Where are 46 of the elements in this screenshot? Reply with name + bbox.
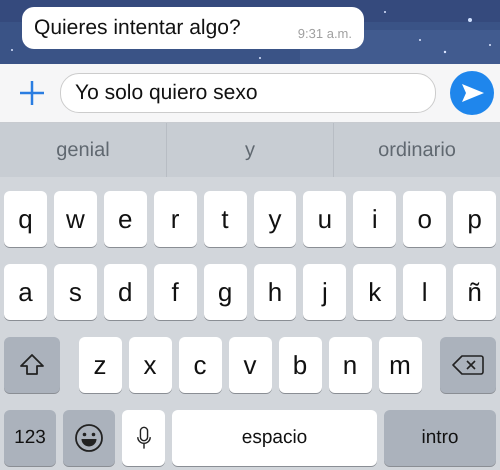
send-icon[interactable] — [450, 71, 494, 115]
key[interactable]: w — [54, 191, 97, 247]
message-time: 9:31 a.m. — [298, 26, 352, 40]
key[interactable]: c — [178, 337, 222, 393]
key[interactable]: s — [54, 264, 97, 320]
key[interactable]: p — [453, 191, 496, 247]
key[interactable]: t — [204, 191, 246, 247]
delete-key[interactable] — [440, 337, 496, 393]
suggestion[interactable]: genial — [0, 123, 166, 177]
dictation-key[interactable] — [122, 410, 165, 466]
key[interactable]: v — [228, 337, 272, 393]
backspace-icon — [452, 354, 484, 376]
shift-icon — [19, 353, 45, 377]
key[interactable]: g — [204, 264, 246, 320]
key[interactable]: e — [104, 191, 147, 247]
smiley-icon — [74, 423, 104, 453]
space-key[interactable]: espacio — [172, 410, 377, 466]
key[interactable]: a — [4, 264, 47, 320]
key[interactable]: x — [128, 337, 172, 393]
key[interactable]: q — [4, 191, 47, 247]
microphone-icon — [136, 425, 152, 451]
emoji-key[interactable] — [63, 410, 115, 466]
suggestion[interactable]: ordinario — [333, 123, 500, 177]
shift-key[interactable] — [4, 337, 60, 393]
message-input[interactable]: Yo solo quiero sexo — [60, 73, 436, 113]
key[interactable]: f — [154, 264, 197, 320]
key[interactable]: h — [254, 264, 296, 320]
message-text: Quieres intentar algo? — [34, 16, 241, 40]
key[interactable]: u — [303, 191, 346, 247]
key[interactable]: d — [104, 264, 147, 320]
key[interactable]: z — [78, 337, 122, 393]
key[interactable]: o — [403, 191, 446, 247]
key[interactable]: r — [154, 191, 197, 247]
key[interactable]: i — [353, 191, 396, 247]
key[interactable]: n — [328, 337, 372, 393]
key[interactable]: l — [403, 264, 446, 320]
key[interactable]: y — [254, 191, 296, 247]
return-key[interactable]: intro — [384, 410, 496, 466]
suggestion[interactable]: y — [166, 123, 333, 177]
key[interactable]: j — [303, 264, 346, 320]
key[interactable]: k — [353, 264, 396, 320]
key[interactable]: ñ — [453, 264, 496, 320]
plus-icon[interactable] — [18, 79, 46, 107]
key[interactable]: b — [278, 337, 322, 393]
key[interactable]: m — [378, 337, 422, 393]
numbers-key[interactable]: 123 — [4, 410, 56, 466]
